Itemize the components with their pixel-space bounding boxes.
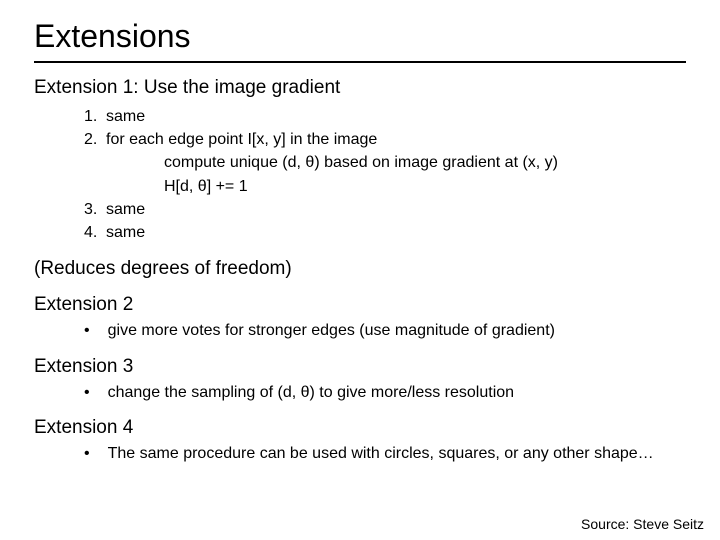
- item-text: same: [106, 201, 145, 218]
- bullet-text: The same procedure can be used with circ…: [108, 443, 686, 465]
- item-text: same: [106, 224, 145, 241]
- list-item-indent: H[d, θ] += 1: [84, 175, 686, 198]
- list-item: 4.same: [84, 221, 686, 244]
- ext4-heading: Extension 4: [34, 417, 686, 439]
- bullet-dot-icon: •: [84, 382, 90, 404]
- list-item: 1.same: [84, 105, 686, 128]
- item-number: 3.: [84, 198, 106, 221]
- ext3-heading: Extension 3: [34, 356, 686, 378]
- list-item: 3.same: [84, 198, 686, 221]
- list-item: 2.for each edge point I[x, y] in the ima…: [84, 128, 686, 151]
- list-item-indent: compute unique (d, θ) based on image gra…: [84, 151, 686, 174]
- item-number: 4.: [84, 221, 106, 244]
- item-text: same: [106, 108, 145, 125]
- item-number: 1.: [84, 105, 106, 128]
- bullet-dot-icon: •: [84, 443, 90, 465]
- item-number: 2.: [84, 128, 106, 151]
- ext1-heading: Extension 1: Use the image gradient: [34, 77, 686, 99]
- ext1-list: 1.same 2.for each edge point I[x, y] in …: [34, 105, 686, 244]
- ext2-heading: Extension 2: [34, 294, 686, 316]
- bullet-dot-icon: •: [84, 320, 90, 342]
- item-text: for each edge point I[x, y] in the image: [106, 131, 377, 148]
- bullet-text: change the sampling of (d, θ) to give mo…: [108, 382, 686, 404]
- slide-title: Extensions: [34, 18, 686, 63]
- ext4-bullet: • The same procedure can be used with ci…: [34, 443, 686, 465]
- bullet-text: give more votes for stronger edges (use …: [108, 320, 686, 342]
- source-credit: Source: Steve Seitz: [581, 516, 704, 532]
- reduces-text: (Reduces degrees of freedom): [34, 258, 686, 280]
- ext2-bullet: • give more votes for stronger edges (us…: [34, 320, 686, 342]
- ext3-bullet: • change the sampling of (d, θ) to give …: [34, 382, 686, 404]
